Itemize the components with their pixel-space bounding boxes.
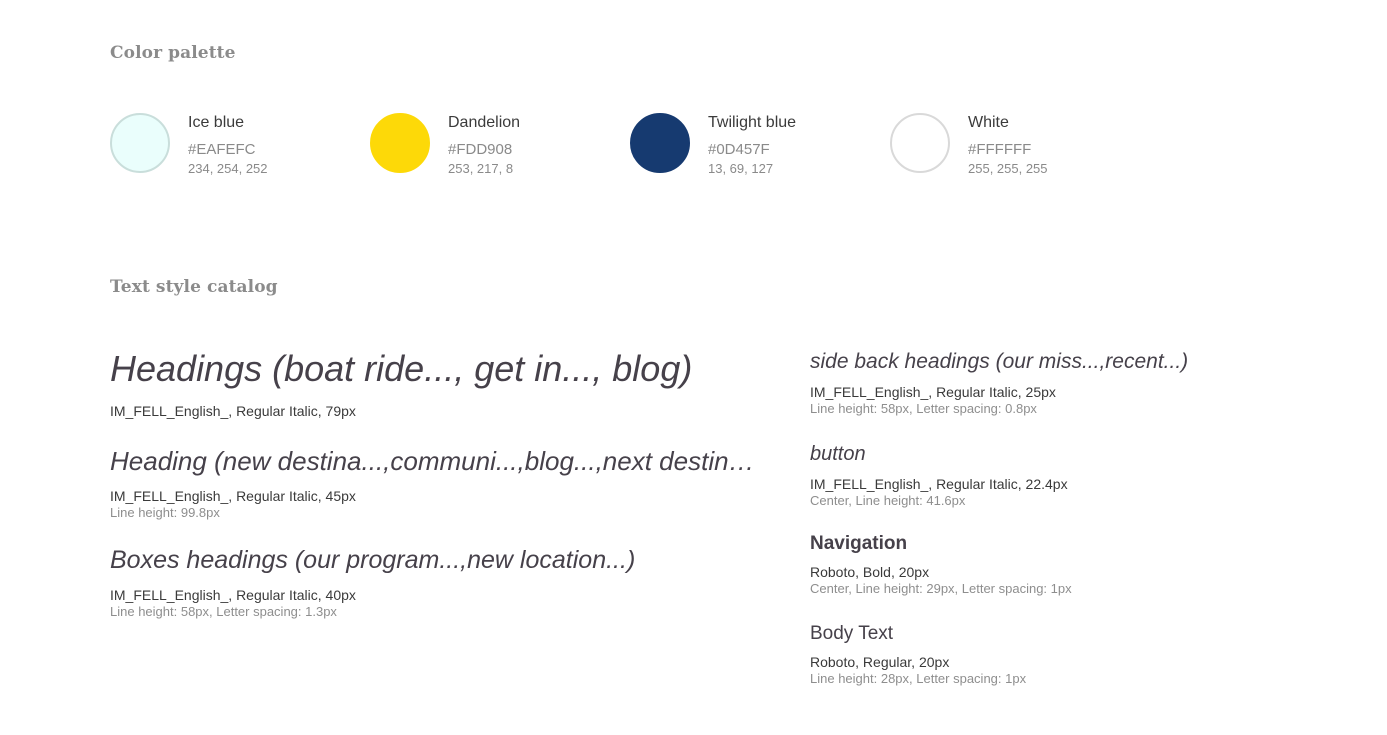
style-meta: Roboto, Bold, 20px — [810, 564, 930, 580]
color-palette-title: Color palette — [110, 43, 236, 63]
swatch-twilight-blue — [630, 113, 690, 173]
color-rgb: 234, 254, 252 — [188, 161, 268, 176]
color-name: Twilight blue — [708, 114, 797, 131]
style-meta: Roboto, Regular, 20px — [810, 654, 950, 670]
style-meta: IM_FELL_English_, Regular Italic, 45px — [110, 488, 356, 504]
style-sample-button: button — [810, 443, 866, 465]
swatch-ice-blue — [110, 113, 170, 173]
style-detail: Center, Line height: 29px, Letter spacin… — [810, 581, 1072, 596]
style-meta: IM_FELL_English_, Regular Italic, 40px — [110, 587, 356, 603]
color-rgb: 253, 217, 8 — [448, 161, 514, 176]
color-rgb: 255, 255, 255 — [968, 161, 1048, 176]
style-detail: Line height: 99.8px — [110, 505, 220, 520]
swatch-white — [890, 113, 950, 173]
style-detail: Line height: 58px, Letter spacing: 0.8px — [810, 401, 1037, 416]
color-rgb: 13, 69, 127 — [708, 161, 774, 176]
color-item-ice-blue: Ice blue #EAFEFC 234, 254, 252 — [110, 112, 360, 176]
style-detail: Line height: 28px, Letter spacing: 1px — [810, 671, 1027, 686]
style-meta: IM_FELL_English_, Regular Italic, 79px — [110, 403, 356, 419]
style-sample-headings: Headings (boat ride..., get in..., blog) — [110, 348, 693, 389]
style-sample-boxes-headings: Boxes headings (our program...,new locat… — [110, 546, 636, 574]
color-name: Ice blue — [188, 114, 245, 131]
color-item-dandelion: Dandelion #FDD908 253, 217, 8 — [370, 112, 620, 176]
color-hex: #EAFEFC — [188, 141, 256, 158]
color-item-white: White #FFFFFF 255, 255, 255 — [890, 112, 1140, 176]
style-meta: IM_FELL_English_, Regular Italic, 22.4px — [810, 476, 1068, 492]
color-item-twilight-blue: Twilight blue #0D457F 13, 69, 127 — [630, 112, 880, 176]
swatch-dandelion — [370, 113, 430, 173]
color-name: White — [968, 114, 1009, 131]
style-sample-heading: Heading (new destina...,communi...,blog.… — [110, 446, 753, 476]
style-sample-side-back-headings: side back headings (our miss...,recent..… — [810, 350, 1189, 373]
color-name: Dandelion — [448, 114, 521, 131]
color-hex: #FDD908 — [448, 141, 513, 158]
style-sample-navigation: Navigation — [810, 533, 908, 554]
text-style-catalog-title: Text style catalog — [110, 277, 278, 297]
color-hex: #FFFFFF — [968, 141, 1032, 158]
color-hex: #0D457F — [708, 141, 770, 158]
style-detail: Line height: 58px, Letter spacing: 1.3px — [110, 604, 337, 619]
style-detail: Center, Line height: 41.6px — [810, 493, 966, 508]
style-sample-body-text: Body Text — [810, 623, 894, 644]
style-meta: IM_FELL_English_, Regular Italic, 25px — [810, 384, 1056, 400]
